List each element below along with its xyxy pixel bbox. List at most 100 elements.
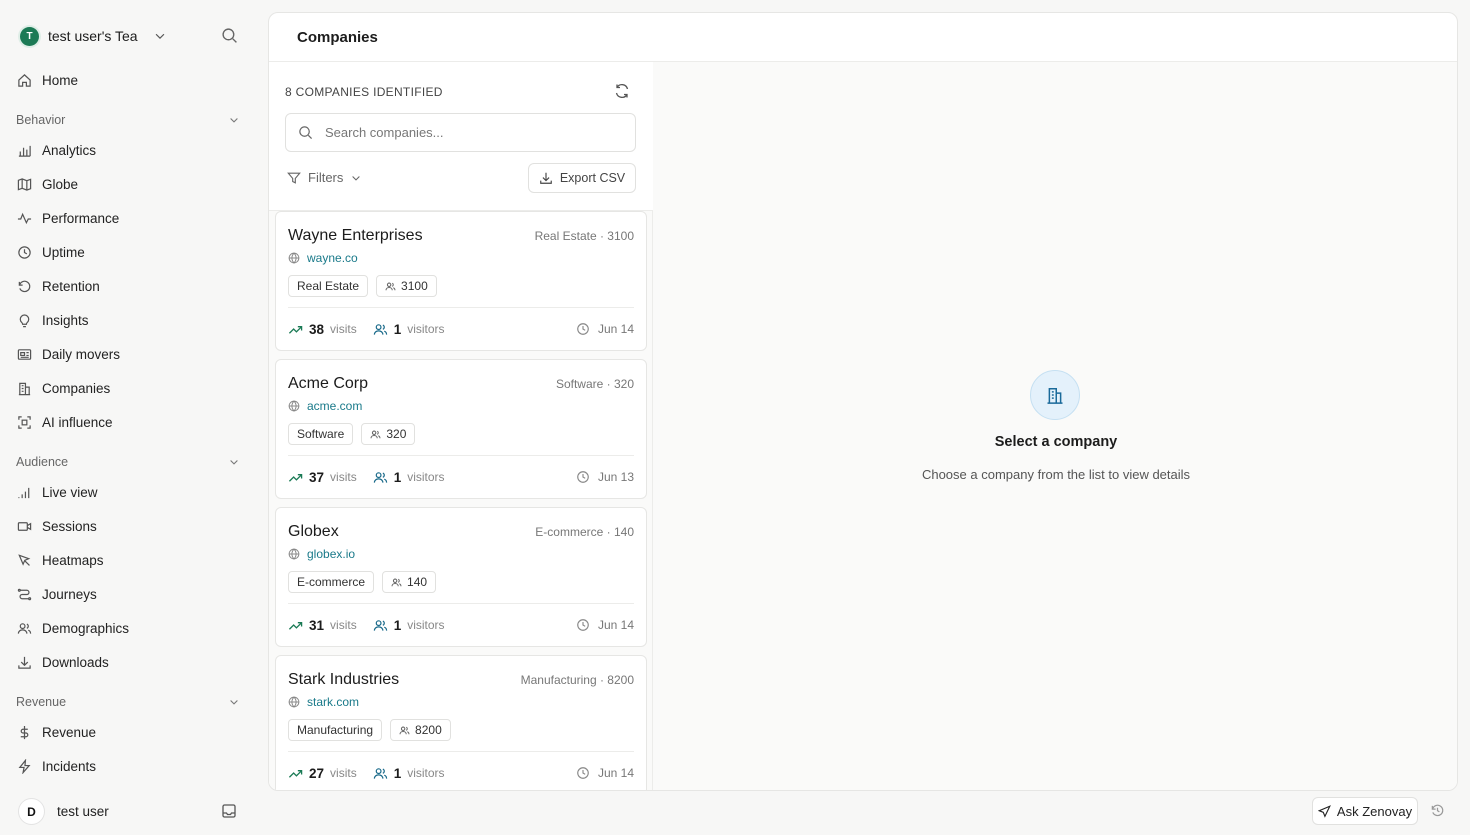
filter-icon: [287, 171, 301, 185]
sidebar-item-daily-movers[interactable]: Daily movers: [16, 343, 120, 365]
last-seen: Jun 14: [576, 322, 634, 336]
company-stats: 27 visits 1 visitors Jun 14: [288, 763, 634, 783]
download-icon: [539, 171, 553, 185]
sidebar-item-retention[interactable]: Retention: [16, 275, 100, 297]
sidebar-item-demographics[interactable]: Demographics: [16, 617, 129, 639]
newspaper-icon: [16, 346, 32, 362]
industry-tag: Manufacturing: [288, 719, 383, 741]
employees-tag: 3100: [376, 275, 437, 297]
users-icon: [373, 618, 388, 633]
company-domain-link[interactable]: stark.com: [307, 695, 359, 709]
company-card[interactable]: Wayne Enterprises Real Estate · 3100 way…: [275, 211, 647, 351]
company-domain-link[interactable]: wayne.co: [307, 251, 358, 265]
sidebar-item-companies[interactable]: Companies: [16, 377, 110, 399]
filters-button[interactable]: Filters: [287, 170, 362, 185]
user-menu[interactable]: D test user: [18, 798, 109, 825]
sidebar-item-performance[interactable]: Performance: [16, 207, 119, 229]
industry-tag: Software: [288, 423, 354, 445]
visits-stat: 37 visits: [288, 470, 357, 485]
visits-stat: 27 visits: [288, 766, 357, 781]
visitors-count: 1: [393, 469, 402, 485]
sidebar-item-label: Retention: [42, 278, 100, 294]
sidebar-item-sessions[interactable]: Sessions: [16, 515, 97, 537]
user-name: test user: [57, 804, 109, 819]
team-switcher[interactable]: T test user's Tea: [20, 26, 167, 46]
search-field[interactable]: [285, 113, 636, 152]
building-icon: [1030, 370, 1080, 420]
trending-up-icon: [288, 766, 303, 781]
sidebar-item-label: AI influence: [42, 414, 113, 430]
company-meta: Manufacturing · 8200: [520, 673, 634, 687]
sidebar-item-label: Downloads: [42, 654, 109, 670]
section-behavior[interactable]: Behavior: [16, 112, 240, 128]
employees-tag: 8200: [390, 719, 451, 741]
visitors-stat: 1 visitors: [373, 322, 445, 337]
section-revenue[interactable]: Revenue: [16, 694, 240, 710]
visitors-count: 1: [393, 321, 402, 337]
trending-up-icon: [288, 470, 303, 485]
sidebar-item-home[interactable]: Home: [16, 69, 78, 91]
last-seen-date: Jun 13: [597, 470, 634, 484]
sidebar-item-label: Revenue: [42, 724, 97, 740]
map-icon: [16, 176, 32, 192]
clock-icon: [576, 618, 590, 632]
industry-tag: Real Estate: [288, 275, 369, 297]
company-domain-link[interactable]: globex.io: [307, 547, 355, 561]
sidebar-item-analytics[interactable]: Analytics: [16, 139, 96, 161]
chevron-down-icon: [228, 696, 240, 708]
company-domain[interactable]: wayne.co: [288, 251, 358, 265]
visitors-stat: 1 visitors: [373, 618, 445, 633]
users-icon: [385, 281, 396, 292]
sidebar-item-uptime[interactable]: Uptime: [16, 241, 85, 263]
list-toolbar: 8 COMPANIES IDENTIFIED Filters Export CS…: [269, 62, 653, 211]
ask-assistant-button[interactable]: Ask Zenovay: [1312, 797, 1418, 825]
refresh-icon[interactable]: [614, 83, 630, 99]
company-tags: Manufacturing 8200: [288, 719, 451, 741]
company-domain[interactable]: stark.com: [288, 695, 359, 709]
search-input[interactable]: [325, 125, 615, 140]
clock-icon: [576, 470, 590, 484]
section-label: Behavior: [16, 113, 66, 127]
sidebar-item-revenue[interactable]: Revenue: [16, 721, 96, 743]
companies-count: 8 COMPANIES IDENTIFIED: [285, 85, 443, 99]
chevron-down-icon: [228, 114, 240, 126]
last-seen: Jun 14: [576, 766, 634, 780]
history-icon[interactable]: [1430, 803, 1445, 818]
search-icon[interactable]: [221, 27, 238, 44]
sidebar-item-incidents[interactable]: Incidents: [16, 755, 96, 777]
company-domain-link[interactable]: acme.com: [307, 399, 362, 413]
sidebar-item-globe[interactable]: Globe: [16, 173, 78, 195]
sidebar-item-journeys[interactable]: Journeys: [16, 583, 97, 605]
inbox-icon[interactable]: [221, 803, 237, 819]
team-name: test user's Tea: [48, 28, 138, 44]
users-icon: [373, 322, 388, 337]
visits-unit: visits: [330, 322, 357, 336]
company-domain[interactable]: globex.io: [288, 547, 355, 561]
company-domain[interactable]: acme.com: [288, 399, 362, 413]
users-icon: [391, 577, 402, 588]
industry-tag: E-commerce: [288, 571, 375, 593]
sidebar-item-heatmaps[interactable]: Heatmaps: [16, 549, 104, 571]
globe-icon: [288, 252, 300, 264]
company-card[interactable]: Globex E-commerce · 140 globex.io E-comm…: [275, 507, 647, 647]
sidebar-item-label: Uptime: [42, 244, 85, 260]
sidebar-item-downloads[interactable]: Downloads: [16, 651, 109, 673]
section-audience[interactable]: Audience: [16, 454, 240, 470]
sidebar: T test user's Tea Home Behavior Analytic…: [0, 0, 256, 835]
visitors-unit: visitors: [407, 322, 445, 336]
lightbulb-icon: [16, 312, 32, 328]
sidebar-item-label: Journeys: [42, 586, 97, 602]
export-csv-button[interactable]: Export CSV: [528, 163, 636, 193]
company-card[interactable]: Stark Industries Manufacturing · 8200 st…: [275, 655, 647, 790]
visitors-stat: 1 visitors: [373, 766, 445, 781]
last-seen-date: Jun 14: [597, 766, 634, 780]
clock-icon: [576, 322, 590, 336]
sidebar-item-live-view[interactable]: Live view: [16, 481, 98, 503]
sidebar-item-label: Globe: [42, 176, 79, 192]
company-stats: 37 visits 1 visitors Jun 13: [288, 467, 634, 487]
sidebar-item-insights[interactable]: Insights: [16, 309, 89, 331]
company-card[interactable]: Acme Corp Software · 320 acme.com Softwa…: [275, 359, 647, 499]
chevron-down-icon: [228, 456, 240, 468]
sidebar-item-ai-influence[interactable]: AI influence: [16, 411, 113, 433]
signal-icon: [16, 484, 32, 500]
